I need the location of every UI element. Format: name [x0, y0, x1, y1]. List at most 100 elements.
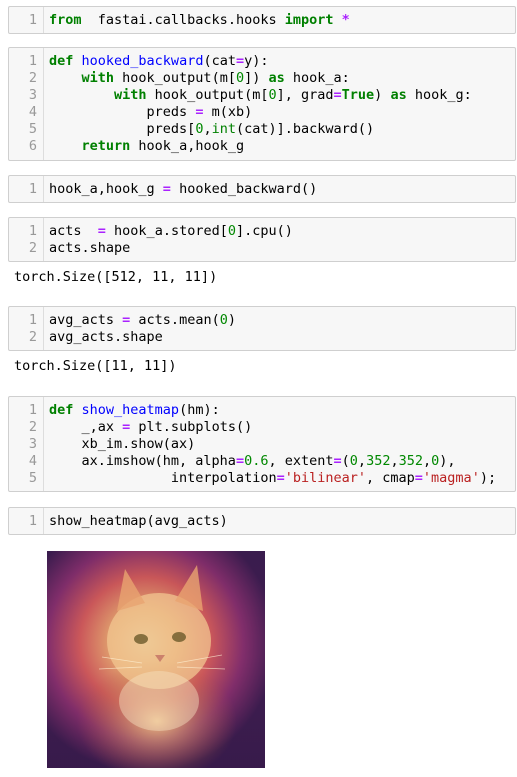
code-text[interactable]: return hook_a,hook_g	[49, 138, 245, 155]
code-cell-avg-acts[interactable]: 1 avg_acts = acts.mean(0) 2 avg_acts.shape	[8, 306, 516, 351]
code-token: =	[414, 470, 423, 486]
code-token: ,	[422, 453, 432, 469]
code-token: );	[479, 470, 497, 486]
line-number: 1	[28, 181, 37, 197]
code-line[interactable]: 6 return hook_a,hook_g	[9, 138, 515, 155]
code-text[interactable]: avg_acts = acts.mean(0)	[49, 312, 236, 329]
code-line[interactable]: 1 hook_a,hook_g = hooked_backward()	[9, 181, 515, 198]
code-text[interactable]: show_heatmap(avg_acts)	[49, 513, 228, 530]
code-text[interactable]: preds[0,int(cat)].backward()	[49, 121, 375, 138]
code-token: xb_im.show(ax)	[49, 436, 196, 452]
code-token: 'bilinear'	[284, 470, 366, 486]
line-number: 4	[28, 453, 37, 469]
code-token: 0	[268, 87, 277, 103]
code-token: acts.shape	[49, 240, 131, 256]
code-token: import	[284, 12, 334, 28]
line-number: 3	[28, 436, 37, 452]
code-token: =	[235, 53, 245, 69]
code-line[interactable]: 2 _,ax = plt.subplots()	[9, 419, 515, 436]
code-token: show_heatmap	[81, 402, 180, 418]
code-token: , cmap	[366, 470, 415, 486]
line-number: 1	[28, 12, 37, 28]
code-token: acts	[49, 223, 98, 239]
code-text[interactable]: interpolation='bilinear', cmap='magma');	[49, 470, 496, 487]
code-token: y):	[244, 53, 269, 69]
code-text[interactable]: avg_acts.shape	[49, 329, 163, 346]
code-line[interactable]: 4 preds = m(xb)	[9, 104, 515, 121]
code-line[interactable]: 4 ax.imshow(hm, alpha=0.6, extent=(0,352…	[9, 453, 515, 470]
code-line[interactable]: 2 avg_acts.shape	[9, 329, 515, 346]
code-line[interactable]: 1 acts = hook_a.stored[0].cpu()	[9, 223, 515, 240]
code-token: int	[211, 121, 236, 137]
code-token: interpolation	[49, 470, 277, 486]
code-line[interactable]: 1 from fastai.callbacks.hooks import *	[9, 12, 515, 29]
line-number: 2	[28, 329, 37, 345]
code-cell-import[interactable]: 1 from fastai.callbacks.hooks import *	[8, 6, 516, 34]
code-line[interactable]: 3 with hook_output(m[0], grad=True) as h…	[9, 87, 515, 104]
code-text[interactable]: xb_im.show(ax)	[49, 436, 196, 453]
code-text[interactable]: with hook_output(m[0]) as hook_a:	[49, 70, 350, 87]
code-text[interactable]: def show_heatmap(hm):	[49, 402, 220, 419]
code-cell-show-heatmap-def[interactable]: 1 def show_heatmap(hm): 2 _,ax = plt.subpl…	[8, 396, 516, 492]
code-cell-call-hooked-backward[interactable]: 1 hook_a,hook_g = hooked_backward()	[8, 175, 516, 203]
line-number: 5	[28, 121, 37, 137]
cat-right-eye	[172, 632, 186, 642]
code-token: from	[49, 12, 82, 28]
line-number: 1	[28, 53, 37, 69]
code-text[interactable]: _,ax = plt.subplots()	[49, 419, 253, 436]
code-token: 0.6	[244, 453, 269, 469]
code-token: , extent	[268, 453, 334, 469]
code-token: plt.subplots()	[130, 419, 253, 435]
code-token: ,	[390, 453, 399, 469]
code-token: )	[227, 312, 236, 328]
code-text[interactable]: acts = hook_a.stored[0].cpu()	[49, 223, 293, 240]
code-token: =	[97, 223, 106, 239]
line-number: 5	[28, 470, 37, 486]
code-token: hook_a.stored[	[105, 223, 228, 239]
code-line[interactable]: 5 interpolation='bilinear', cmap='magma'…	[9, 470, 515, 487]
code-token: hooked_backward()	[170, 181, 318, 197]
code-cell-hooked-backward[interactable]: 1 def hooked_backward(cat=y): 2 with hook_…	[8, 47, 516, 161]
code-cell-acts[interactable]: 1 acts = hook_a.stored[0].cpu() 2 acts.shap…	[8, 217, 516, 262]
cat-left-eye	[134, 634, 148, 644]
cat-chest-fur	[119, 671, 199, 731]
code-token: ax.imshow(hm, alpha	[49, 453, 236, 469]
output-avg-shape: torch.Size([11, 11])	[14, 358, 177, 374]
code-line[interactable]: 3 xb_im.show(ax)	[9, 436, 515, 453]
code-token: fastai.callbacks.hooks	[81, 12, 285, 28]
code-text[interactable]: def hooked_backward(cat=y):	[49, 53, 269, 70]
code-cell-show-heatmap-call[interactable]: 1 show_heatmap(avg_acts)	[8, 507, 516, 535]
code-token: ,	[357, 453, 367, 469]
line-number: 2	[28, 419, 37, 435]
output-acts-shape: torch.Size([512, 11, 11])	[14, 269, 218, 285]
code-token: =	[333, 87, 342, 103]
code-line[interactable]: 1 show_heatmap(avg_acts)	[9, 513, 515, 530]
code-line[interactable]: 5 preds[0,int(cat)].backward()	[9, 121, 515, 138]
code-text[interactable]: from fastai.callbacks.hooks import *	[49, 12, 350, 29]
code-token: (cat)].backward()	[235, 121, 375, 137]
code-text[interactable]: acts.shape	[49, 240, 130, 257]
code-text[interactable]: hook_a,hook_g = hooked_backward()	[49, 181, 317, 198]
code-line[interactable]: 2 acts.shape	[9, 240, 515, 257]
code-token: 0	[219, 312, 228, 328]
code-line[interactable]: 1 def hooked_backward(cat=y):	[9, 53, 515, 70]
code-token: 0	[349, 453, 358, 469]
code-line[interactable]: 2 with hook_output(m[0]) as hook_a:	[9, 70, 515, 87]
code-line[interactable]: 1 avg_acts = acts.mean(0)	[9, 312, 515, 329]
code-token: *	[341, 12, 350, 28]
code-token: def	[49, 53, 74, 69]
code-token: =	[276, 470, 285, 486]
code-token: hook_g:	[406, 87, 472, 103]
code-token: (	[341, 453, 350, 469]
code-line[interactable]: 1 def show_heatmap(hm):	[9, 402, 515, 419]
code-token: 0	[227, 223, 236, 239]
code-text[interactable]: preds = m(xb)	[49, 104, 253, 121]
code-token: =	[333, 453, 342, 469]
code-token: preds[	[49, 121, 196, 137]
code-text[interactable]: ax.imshow(hm, alpha=0.6, extent=(0,352,3…	[49, 453, 456, 470]
code-text[interactable]: with hook_output(m[0], grad=True) as hoo…	[49, 87, 472, 104]
code-token: preds	[49, 104, 196, 120]
